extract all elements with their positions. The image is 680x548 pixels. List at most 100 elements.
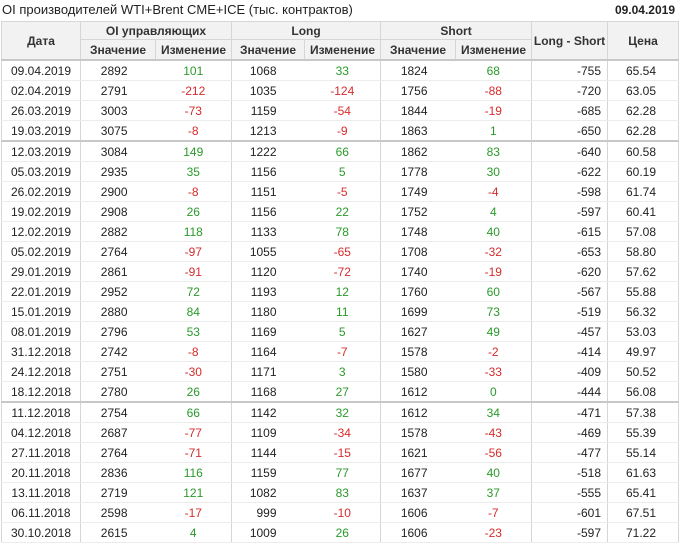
long-change-cell: 32 — [304, 401, 382, 423]
oi-value-cell: 2908 — [80, 201, 156, 222]
oi-value-cell: 2719 — [80, 482, 156, 503]
oi-value-cell: 2780 — [80, 381, 156, 403]
table-row: 12.03.2019 3084 149 1222 66 1862 83 -640 60.58 — [1, 140, 680, 162]
long-short-cell: -653 — [531, 241, 609, 262]
short-change-cell: 34 — [455, 401, 533, 423]
short-value-cell: 1778 — [380, 161, 456, 182]
oi-change-cell: 118 — [155, 221, 233, 242]
table-row: 31.12.2018 2742 -8 1164 -7 1578 -2 -414 49.97 — [1, 341, 680, 362]
header-long-change: Изменение — [304, 39, 382, 61]
short-value-cell: 1677 — [380, 462, 456, 483]
date-cell: 26.03.2019 — [1, 100, 81, 121]
date-cell: 06.11.2018 — [1, 502, 81, 523]
long-change-cell: -54 — [304, 100, 382, 121]
oi-value-cell: 2764 — [80, 442, 156, 463]
long-change-cell: -10 — [304, 502, 382, 523]
price-cell: 57.08 — [607, 221, 680, 242]
long-short-cell: -469 — [531, 422, 609, 443]
short-change-cell: -56 — [455, 442, 533, 463]
oi-value-cell: 2764 — [80, 241, 156, 262]
date-cell: 24.12.2018 — [1, 361, 81, 382]
short-value-cell: 1580 — [380, 361, 456, 382]
short-change-cell: 30 — [455, 161, 533, 182]
oi-value-cell: 2751 — [80, 361, 156, 382]
short-change-cell: 37 — [455, 482, 533, 503]
oi-change-cell: -91 — [155, 261, 233, 282]
long-change-cell: 11 — [304, 301, 382, 322]
header-long-value: Значение — [231, 39, 306, 61]
long-short-cell: -597 — [531, 201, 609, 222]
price-cell: 53.03 — [607, 321, 680, 342]
price-cell: 60.41 — [607, 201, 680, 222]
long-change-cell: 12 — [304, 281, 382, 302]
short-value-cell: 1621 — [380, 442, 456, 463]
long-value-cell: 1222 — [231, 140, 305, 162]
long-value-cell: 1168 — [231, 381, 305, 403]
long-change-cell: 78 — [304, 221, 382, 242]
oi-value-cell: 2836 — [80, 462, 156, 483]
table-body: 09.04.2019 2892 101 1068 33 1824 68 -755 65.54 02… — [1, 59, 680, 543]
price-cell: 49.97 — [607, 341, 680, 362]
price-cell: 63.05 — [607, 80, 680, 101]
price-cell: 65.41 — [607, 482, 680, 503]
header-oi-value: Значение — [80, 39, 156, 61]
date-cell: 18.12.2018 — [1, 381, 81, 403]
long-value-cell: 1133 — [231, 221, 305, 242]
short-change-cell: -2 — [455, 341, 533, 362]
long-change-cell: -65 — [304, 241, 382, 262]
short-value-cell: 1637 — [380, 482, 456, 503]
long-change-cell: -9 — [304, 120, 382, 142]
header-long-short: Long - Short — [531, 21, 609, 61]
long-value-cell: 1193 — [231, 281, 305, 302]
short-value-cell: 1749 — [380, 181, 456, 202]
short-change-cell: 68 — [455, 59, 533, 81]
header-long-group: Long — [231, 21, 382, 40]
header-price: Цена — [607, 21, 680, 61]
table-row: 04.12.2018 2687 -77 1109 -34 1578 -43 -469 55.39 — [1, 422, 680, 443]
long-value-cell: 1151 — [231, 181, 305, 202]
long-value-cell: 999 — [231, 502, 305, 523]
oi-value-cell: 2796 — [80, 321, 156, 342]
oi-change-cell: 121 — [155, 482, 233, 503]
long-value-cell: 1068 — [231, 59, 305, 81]
long-short-cell: -598 — [531, 181, 609, 202]
price-cell: 60.19 — [607, 161, 680, 182]
short-change-cell: -88 — [455, 80, 533, 101]
short-change-cell: -7 — [455, 502, 533, 523]
long-value-cell: 1213 — [231, 120, 305, 142]
table-row: 20.11.2018 2836 116 1159 77 1677 40 -518 61.63 — [1, 462, 680, 483]
long-short-cell: -477 — [531, 442, 609, 463]
long-value-cell: 1164 — [231, 341, 305, 362]
short-value-cell: 1760 — [380, 281, 456, 302]
date-cell: 09.04.2019 — [1, 59, 81, 81]
title-bar: OI производителей WTI+Brent CME+ICE (тыс… — [0, 0, 680, 20]
price-cell: 67.51 — [607, 502, 680, 523]
oi-change-cell: 4 — [155, 522, 233, 543]
short-change-cell: 4 — [455, 201, 533, 222]
long-change-cell: 5 — [304, 161, 382, 182]
date-cell: 29.01.2019 — [1, 261, 81, 282]
long-change-cell: 5 — [304, 321, 382, 342]
table-row: 26.02.2019 2900 -8 1151 -5 1749 -4 -598 61.74 — [1, 181, 680, 202]
date-cell: 12.03.2019 — [1, 140, 81, 162]
table-row: 19.02.2019 2908 26 1156 22 1752 4 -597 60.41 — [1, 201, 680, 222]
short-value-cell: 1756 — [380, 80, 456, 101]
oi-value-cell: 2952 — [80, 281, 156, 302]
short-change-cell: -43 — [455, 422, 533, 443]
oi-change-cell: 149 — [155, 140, 233, 162]
long-value-cell: 1009 — [231, 522, 305, 543]
short-value-cell: 1627 — [380, 321, 456, 342]
price-cell: 56.32 — [607, 301, 680, 322]
price-cell: 55.14 — [607, 442, 680, 463]
short-change-cell: 40 — [455, 462, 533, 483]
price-cell: 55.39 — [607, 422, 680, 443]
header-short-value: Значение — [380, 39, 457, 61]
table-row: 29.01.2019 2861 -91 1120 -72 1740 -19 -620 57.62 — [1, 261, 680, 282]
oi-value-cell: 3003 — [80, 100, 156, 121]
long-short-cell: -615 — [531, 221, 609, 242]
date-cell: 26.02.2019 — [1, 181, 81, 202]
date-cell: 22.01.2019 — [1, 281, 81, 302]
short-change-cell: 73 — [455, 301, 533, 322]
long-change-cell: 33 — [304, 59, 382, 81]
short-change-cell: 60 — [455, 281, 533, 302]
